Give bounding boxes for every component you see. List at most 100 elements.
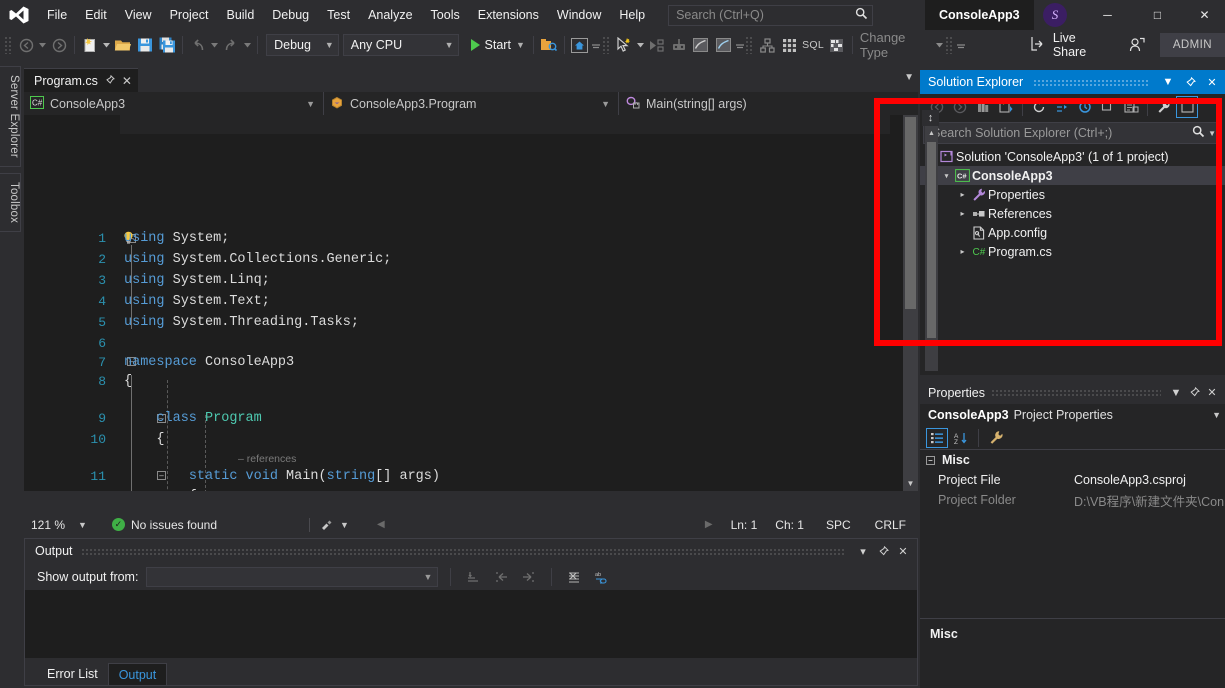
step-into-specific-icon[interactable]: [646, 33, 668, 57]
document-tab-program-cs[interactable]: Program.cs ✕: [24, 68, 138, 92]
pointer-select-icon[interactable]: [613, 33, 635, 57]
redo-icon[interactable]: [220, 33, 242, 57]
database-connect-icon[interactable]: [690, 33, 712, 57]
new-project-caret-icon[interactable]: [101, 33, 112, 57]
menu-build[interactable]: Build: [217, 2, 263, 28]
code-line[interactable]: using System;: [124, 231, 229, 246]
panel-dropdown-icon[interactable]: ▾: [853, 540, 873, 562]
preview-selected-items-icon[interactable]: [1176, 96, 1198, 118]
database-disconnect-icon[interactable]: [712, 33, 734, 57]
attach-process-icon[interactable]: [538, 33, 560, 57]
tree-item-properties[interactable]: ▸ Properties: [920, 185, 1225, 204]
send-feedback-icon[interactable]: [1126, 33, 1148, 57]
navigate-forward-icon[interactable]: [48, 33, 70, 57]
panel-dropdown-icon[interactable]: ▼: [1159, 71, 1177, 93]
start-debug-button[interactable]: Start ▼: [465, 33, 529, 57]
solution-tree[interactable]: Solution 'ConsoleApp3' (1 of 1 project) ▾…: [920, 144, 1225, 261]
scroll-left-icon[interactable]: ◀: [377, 519, 385, 530]
categorized-view-icon[interactable]: [926, 427, 948, 448]
search-options-chevron-icon[interactable]: ▼: [1205, 129, 1218, 138]
table-designer-icon[interactable]: [826, 33, 848, 57]
search-solution-input[interactable]: [932, 126, 1193, 140]
toggle-breakpoint-icon[interactable]: [668, 33, 690, 57]
toggle-word-wrap-icon[interactable]: ab: [592, 566, 612, 588]
tab-output[interactable]: Output: [107, 663, 168, 685]
code-line[interactable]: {: [124, 374, 132, 389]
panel-pin-icon[interactable]: [1181, 71, 1199, 93]
open-file-icon[interactable]: [112, 33, 134, 57]
tree-expander-icon[interactable]: ▸: [956, 247, 969, 256]
sql-query-icon[interactable]: SQL: [800, 33, 826, 57]
close-button[interactable]: ✕: [1182, 0, 1225, 30]
go-to-next-message-icon[interactable]: [519, 566, 539, 588]
toolbar-grip[interactable]: [4, 36, 14, 54]
scroll-down-icon[interactable]: ▼: [903, 476, 918, 491]
tree-item-solution-consoleapp3-1-of-1-project[interactable]: Solution 'ConsoleApp3' (1 of 1 project): [920, 147, 1225, 166]
collapse-category-icon[interactable]: –: [926, 455, 935, 465]
new-project-icon[interactable]: [79, 33, 101, 57]
go-to-previous-message-icon[interactable]: [491, 566, 511, 588]
menu-tools[interactable]: Tools: [422, 2, 469, 28]
code-line[interactable]: class Program: [124, 411, 261, 426]
tree-expander-icon[interactable]: ▾: [940, 172, 953, 180]
search-input[interactable]: [676, 8, 856, 22]
panel-drag-dots[interactable]: [990, 389, 1161, 396]
navbar-project-dropdown[interactable]: C# ConsoleApp3 ▼: [24, 92, 324, 115]
show-output-from-dropdown[interactable]: ▼: [146, 566, 439, 587]
panel-close-icon[interactable]: ✕: [1203, 382, 1221, 404]
change-type-label[interactable]: Change Type: [857, 30, 934, 60]
sidebar-tab-server-explorer[interactable]: Server Explorer: [0, 66, 21, 167]
live-share-button[interactable]: Live Share: [1025, 31, 1112, 59]
solution-platform-dropdown[interactable]: Any CPU ▼: [342, 34, 459, 56]
panel-pin-icon[interactable]: [873, 540, 893, 562]
indentation-indicator[interactable]: SPC: [826, 518, 851, 532]
toolbar-grip-4[interactable]: [944, 36, 954, 54]
output-text-area[interactable]: [25, 590, 917, 658]
sidebar-tab-toolbox[interactable]: Toolbox: [0, 172, 21, 232]
home-icon[interactable]: [972, 96, 994, 118]
navbar-member-dropdown[interactable]: Main(string[] args): [619, 92, 918, 115]
panel-dropdown-icon[interactable]: ▼: [1167, 382, 1185, 404]
panel-close-icon[interactable]: ✕: [1203, 71, 1221, 93]
navigate-backward-icon[interactable]: [15, 33, 37, 57]
navigate-forward-icon[interactable]: [949, 96, 971, 118]
live-preview-caret-icon[interactable]: [591, 33, 602, 57]
menu-file[interactable]: File: [38, 2, 76, 28]
menu-project[interactable]: Project: [161, 2, 218, 28]
properties-wrench-icon[interactable]: [1153, 96, 1175, 118]
view-code-icon[interactable]: [1120, 96, 1142, 118]
collapse-all-icon[interactable]: [1051, 96, 1073, 118]
tree-item-consoleapp3[interactable]: ▾ C# ConsoleApp3: [920, 166, 1225, 185]
menu-analyze[interactable]: Analyze: [359, 2, 421, 28]
back-history-caret-icon[interactable]: [37, 33, 48, 57]
live-preview-home-icon[interactable]: [569, 33, 591, 57]
code-editor-surface[interactable]: – – – – – references 1234567891011121314…: [24, 115, 918, 491]
code-line[interactable]: {: [124, 489, 197, 491]
redo-caret-icon[interactable]: [242, 33, 253, 57]
account-avatar[interactable]: S: [1043, 3, 1067, 27]
chevron-down-icon[interactable]: ▼: [516, 40, 525, 50]
editor-scrollbar-thumb[interactable]: [905, 117, 916, 309]
solution-explorer-search[interactable]: ▼: [923, 122, 1222, 144]
tree-expander-icon[interactable]: ▸: [956, 209, 969, 218]
editor-vertical-scrollbar[interactable]: ▲ ▼: [903, 115, 918, 491]
properties-category-misc[interactable]: – Misc: [920, 450, 1225, 470]
panel-drag-dots[interactable]: [80, 547, 845, 555]
maximize-button[interactable]: □: [1135, 0, 1180, 30]
menu-edit[interactable]: Edit: [76, 2, 116, 28]
tree-item-program-cs[interactable]: ▸ C# Program.cs: [920, 242, 1225, 261]
scroll-right-icon[interactable]: ▶: [705, 519, 713, 530]
toolbar-grip-2[interactable]: [601, 36, 611, 54]
code-line[interactable]: {: [124, 432, 164, 447]
find-message-icon[interactable]: [463, 566, 483, 588]
pending-changes-filter-icon[interactable]: [995, 96, 1017, 118]
tree-item-references[interactable]: ▸ References: [920, 204, 1225, 223]
pointer-caret-icon[interactable]: [635, 33, 646, 57]
panel-drag-dots[interactable]: [1033, 78, 1149, 86]
object-hierarchy-icon[interactable]: [756, 33, 778, 57]
code-cleanup-icon[interactable]: [320, 517, 334, 533]
code-line[interactable]: using System.Threading.Tasks;: [124, 315, 359, 330]
tab-error-list[interactable]: Error List: [37, 663, 108, 685]
solution-explorer-scrollbar[interactable]: ▲: [925, 126, 938, 371]
menu-extensions[interactable]: Extensions: [469, 2, 548, 28]
